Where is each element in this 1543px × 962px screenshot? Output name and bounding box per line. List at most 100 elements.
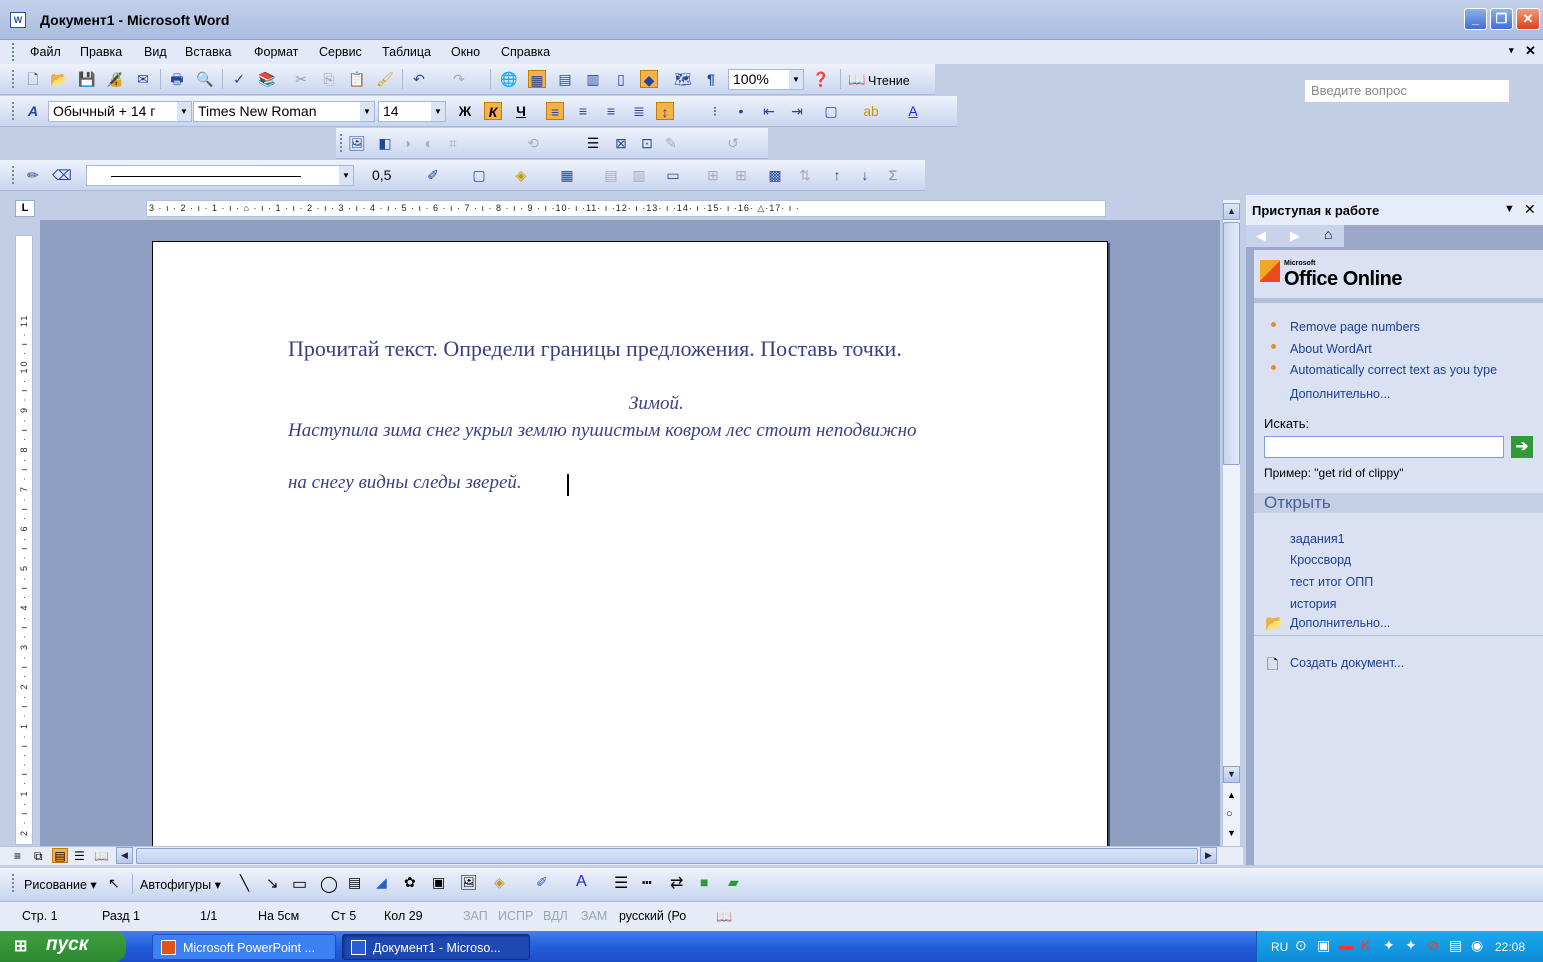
bold-button[interactable]: Ж bbox=[456, 102, 474, 120]
print-layout-icon[interactable]: ▤ bbox=[52, 848, 68, 863]
toolbar-grip[interactable] bbox=[340, 134, 343, 152]
wordart-icon[interactable]: ◢ bbox=[376, 874, 387, 891]
task-pane-close-icon[interactable]: ✕ bbox=[1524, 201, 1536, 218]
tray-icon[interactable]: ▤ bbox=[1449, 937, 1462, 954]
close-document-icon[interactable]: ✕ bbox=[1525, 43, 1536, 59]
format-picture-icon[interactable]: ✎ bbox=[662, 134, 680, 152]
open-folder-icon[interactable]: 📂 bbox=[50, 70, 68, 88]
insert-table-icon[interactable]: ▤ bbox=[556, 70, 574, 88]
status-rec[interactable]: ЗАП bbox=[463, 909, 488, 923]
line-icon[interactable]: ╲ bbox=[240, 874, 249, 892]
toolbar-grip[interactable] bbox=[12, 70, 15, 88]
style-dropdown-icon[interactable]: ▼ bbox=[177, 102, 191, 121]
insert-excel-icon[interactable]: ▥ bbox=[584, 70, 602, 88]
open-more-link[interactable]: Дополнительно... bbox=[1290, 616, 1390, 630]
task-powerpoint[interactable]: Microsoft PowerPoint ... bbox=[152, 934, 336, 960]
line-weight-value[interactable]: 0,5 bbox=[372, 167, 391, 183]
3d-style-icon[interactable]: ▰ bbox=[728, 874, 739, 891]
border-color-icon[interactable]: ✐ bbox=[424, 166, 442, 184]
increase-indent-icon[interactable]: ⇥ bbox=[788, 102, 806, 120]
close-button[interactable]: ✕ bbox=[1516, 8, 1540, 30]
tray-icon[interactable]: ▣ bbox=[1317, 937, 1330, 954]
scroll-down-icon[interactable]: ▼ bbox=[1223, 766, 1240, 783]
line-style-icon[interactable]: ☰ bbox=[584, 134, 602, 152]
tables-borders-icon[interactable]: ▦ bbox=[528, 70, 546, 88]
draw-table-icon[interactable]: ✏ bbox=[24, 166, 42, 184]
reading-view-icon[interactable]: 📖 bbox=[94, 849, 109, 863]
align-cell-icon[interactable]: ▭ bbox=[664, 166, 682, 184]
numbering-icon[interactable]: ⁝ bbox=[706, 102, 724, 120]
tray-icon[interactable]: ⊙ bbox=[1295, 937, 1307, 954]
ask-question-input[interactable]: Введите вопрос bbox=[1305, 80, 1509, 102]
scroll-up-icon[interactable]: ▲ bbox=[1223, 203, 1240, 220]
start-button[interactable]: ⊞ пуск bbox=[0, 931, 126, 962]
link-more[interactable]: Дополнительно... bbox=[1290, 387, 1390, 401]
menu-format[interactable]: Формат bbox=[254, 45, 298, 59]
toolbar-grip[interactable] bbox=[12, 874, 15, 892]
search-input[interactable] bbox=[1264, 436, 1504, 458]
task-pane-menu-icon[interactable]: ▼ bbox=[1504, 203, 1515, 215]
vertical-ruler[interactable]: 2 · ı · 1 · ı · · ı · 1 · ı · 2 · ı · 3 … bbox=[15, 235, 33, 845]
search-go-icon[interactable]: ➔ bbox=[1511, 436, 1533, 458]
insert-picture-icon[interactable]: 🖼 bbox=[348, 134, 366, 152]
italic-button[interactable]: К bbox=[484, 102, 502, 120]
home-icon[interactable]: ⌂ bbox=[1324, 226, 1332, 242]
tab-selector[interactable]: L bbox=[15, 200, 35, 217]
word-app-icon[interactable]: W bbox=[10, 12, 26, 28]
horizontal-scrollbar-thumb[interactable] bbox=[136, 848, 1198, 864]
ask-dropdown-icon[interactable]: ▾ bbox=[1509, 45, 1514, 56]
recent-file[interactable]: история bbox=[1290, 597, 1336, 611]
hyperlink-icon[interactable]: 🌐 bbox=[500, 70, 518, 88]
diagram-icon[interactable]: ✿ bbox=[404, 874, 416, 891]
tray-icon[interactable]: K bbox=[1361, 937, 1370, 953]
shading-color-icon[interactable]: ◈ bbox=[512, 166, 530, 184]
dash-style-icon[interactable]: ┅ bbox=[642, 873, 652, 893]
print-icon[interactable]: 🖶 bbox=[168, 70, 186, 88]
select-objects-icon[interactable]: ↖ bbox=[108, 875, 120, 892]
horizontal-ruler[interactable]: 3 · ı · 2 · ı · 1 · ı · ⌂ · ı · 1 · ı · … bbox=[146, 200, 1106, 217]
font-dropdown-icon[interactable]: ▼ bbox=[360, 102, 374, 121]
menu-file[interactable]: Файл bbox=[30, 45, 61, 59]
back-icon[interactable]: ◀ bbox=[1256, 228, 1266, 244]
drawing-menu[interactable]: Рисование ▾ bbox=[24, 877, 97, 892]
office-online-brand[interactable]: Office Online bbox=[1284, 268, 1402, 291]
color-icon[interactable]: ◧ bbox=[376, 134, 394, 152]
menu-help[interactable]: Справка bbox=[501, 45, 550, 59]
zoom-dropdown-icon[interactable]: ▼ bbox=[789, 70, 803, 89]
document-page[interactable]: Прочитай текст. Определи границы предлож… bbox=[152, 241, 1108, 846]
scrollbar-thumb[interactable] bbox=[1223, 222, 1240, 465]
reset-picture-icon[interactable]: ↺ bbox=[724, 134, 742, 152]
highlight-icon[interactable]: ab bbox=[862, 102, 880, 120]
menu-tools[interactable]: Сервис bbox=[319, 45, 362, 59]
create-document-link[interactable]: Создать документ... bbox=[1290, 656, 1404, 670]
help-icon[interactable]: ❓ bbox=[812, 70, 830, 88]
menu-window[interactable]: Окно bbox=[451, 45, 480, 59]
status-ovr[interactable]: ЗАМ bbox=[581, 909, 607, 923]
brightness-icon[interactable]: ◐ bbox=[420, 134, 438, 152]
textbox-icon[interactable]: ▤ bbox=[348, 874, 361, 891]
insert-table-icon[interactable]: ▦ bbox=[558, 166, 576, 184]
sort-ascending-icon[interactable]: ↑ bbox=[828, 166, 846, 184]
web-layout-icon[interactable]: ⧉ bbox=[34, 849, 43, 864]
rectangle-icon[interactable]: ▭ bbox=[292, 874, 307, 894]
spelling-icon[interactable]: ✓ bbox=[230, 70, 248, 88]
shadow-style-icon[interactable]: ■ bbox=[700, 874, 708, 890]
compress-icon[interactable]: ⊠ bbox=[612, 134, 630, 152]
redo-icon[interactable]: ↷ bbox=[450, 70, 468, 88]
rotate-icon[interactable]: ⟲ bbox=[524, 134, 542, 152]
drawing-icon[interactable]: ◆ bbox=[640, 70, 658, 88]
minimize-button[interactable]: _ bbox=[1464, 8, 1487, 30]
align-right-icon[interactable]: ≡ bbox=[602, 102, 620, 120]
menu-edit[interactable]: Правка bbox=[80, 45, 122, 59]
spelling-status-icon[interactable]: 📖 bbox=[716, 909, 732, 925]
styles-formatting-icon[interactable]: A bbox=[24, 102, 42, 120]
status-trk[interactable]: ИСПР bbox=[498, 909, 533, 923]
line-style-combo[interactable]: ▼ bbox=[86, 165, 354, 186]
format-painter-icon[interactable]: 🖌 bbox=[376, 70, 394, 88]
distribute-rows-icon[interactable]: ⊞ bbox=[704, 166, 722, 184]
oval-icon[interactable]: ◯ bbox=[320, 874, 338, 894]
save-icon[interactable]: 💾 bbox=[78, 70, 96, 88]
bullets-icon[interactable]: • bbox=[732, 102, 750, 120]
justify-icon[interactable]: ≣ bbox=[630, 102, 648, 120]
borders-icon[interactable]: ▢ bbox=[822, 102, 840, 120]
